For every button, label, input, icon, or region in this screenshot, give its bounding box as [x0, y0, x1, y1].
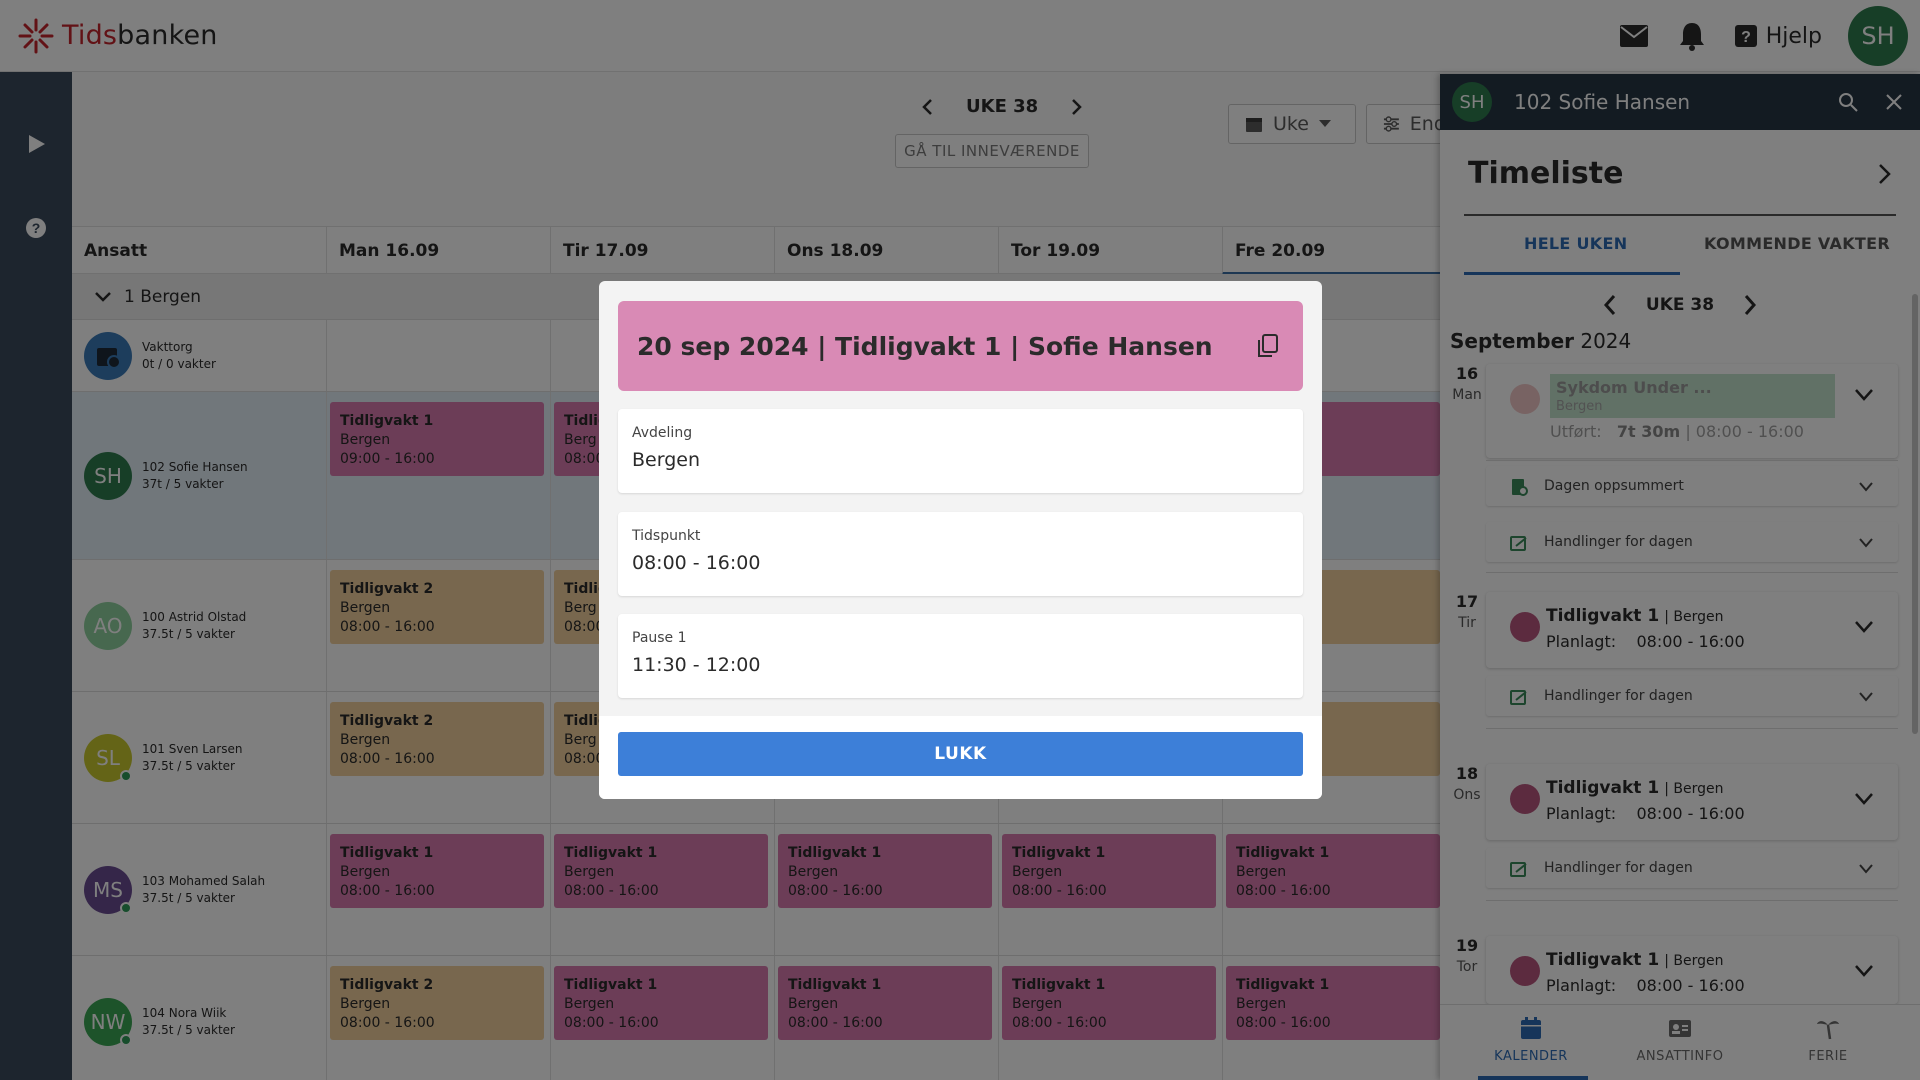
modal-footer: LUKK: [599, 716, 1322, 799]
department-field: Avdeling Bergen: [618, 409, 1303, 493]
field-label: Tidspunkt: [632, 528, 701, 544]
field-label: Avdeling: [632, 425, 693, 441]
time-field: Tidspunkt 08:00 - 16:00: [618, 512, 1303, 596]
field-value: 08:00 - 16:00: [632, 552, 761, 574]
field-label: Pause 1: [632, 630, 687, 646]
field-value: 11:30 - 12:00: [632, 654, 761, 676]
shift-detail-modal: 20 sep 2024 | Tidligvakt 1 | Sofie Hanse…: [599, 281, 1322, 799]
modal-header: 20 sep 2024 | Tidligvakt 1 | Sofie Hanse…: [618, 301, 1303, 391]
field-value: Bergen: [632, 449, 700, 471]
modal-title: 20 sep 2024 | Tidligvakt 1 | Sofie Hanse…: [637, 331, 1213, 361]
copy-icon[interactable]: [1255, 333, 1281, 359]
close-button[interactable]: LUKK: [618, 732, 1303, 776]
break-field: Pause 1 11:30 - 12:00: [618, 614, 1303, 698]
